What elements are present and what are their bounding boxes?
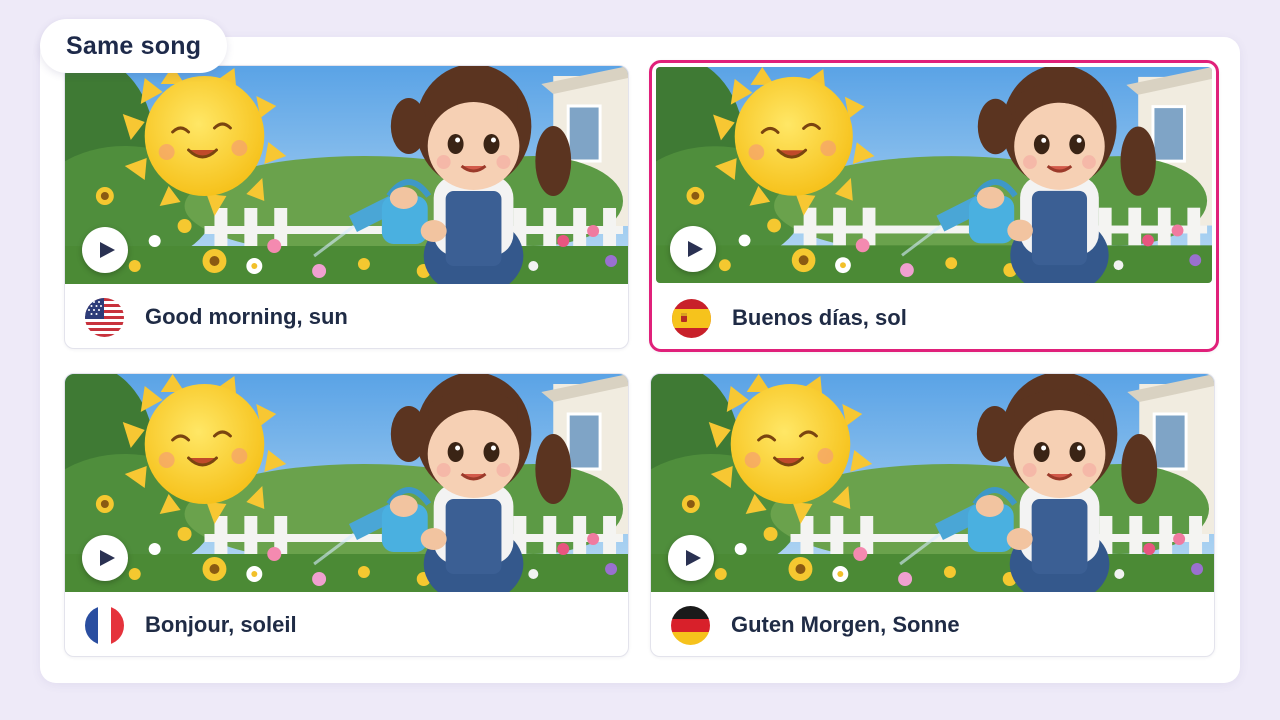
thumbnail (65, 66, 628, 284)
play-button[interactable] (82, 227, 128, 273)
song-thumbnail-image (651, 374, 1214, 592)
play-icon (684, 549, 702, 567)
song-title: Bonjour, soleil (145, 612, 297, 637)
card-label-row: Buenos días, sol (652, 285, 1216, 351)
card-label-row: Guten Morgen, Sonne (651, 592, 1214, 657)
song-panel: Good morning, sun Buenos días, sol Bonjo… (40, 37, 1240, 683)
play-button[interactable] (670, 226, 716, 272)
thumbnail (656, 67, 1212, 283)
play-button[interactable] (82, 535, 128, 581)
us-flag-icon (85, 298, 124, 337)
song-thumbnail-image (65, 374, 628, 592)
play-icon (98, 549, 116, 567)
spain-flag-icon (672, 299, 711, 338)
section-tag: Same song (40, 19, 228, 73)
song-card-german[interactable]: Guten Morgen, Sonne (650, 373, 1215, 657)
france-flag-icon (85, 606, 124, 645)
song-title: Guten Morgen, Sonne (731, 612, 960, 637)
song-title: Good morning, sun (145, 304, 348, 329)
card-label-row: Good morning, sun (65, 284, 628, 349)
play-icon (98, 241, 116, 259)
song-card-french[interactable]: Bonjour, soleil (64, 373, 629, 657)
play-icon (686, 240, 704, 258)
song-thumbnail-image (656, 67, 1212, 283)
song-card-english[interactable]: Good morning, sun (64, 65, 629, 349)
germany-flag-icon (671, 606, 710, 645)
play-button[interactable] (668, 535, 714, 581)
thumbnail (65, 374, 628, 592)
thumbnail (651, 374, 1214, 592)
song-title: Buenos días, sol (732, 305, 907, 330)
song-card-spanish[interactable]: Buenos días, sol (649, 60, 1219, 352)
card-label-row: Bonjour, soleil (65, 592, 628, 657)
song-thumbnail-image (65, 66, 628, 284)
section-tag-label: Same song (66, 31, 202, 60)
